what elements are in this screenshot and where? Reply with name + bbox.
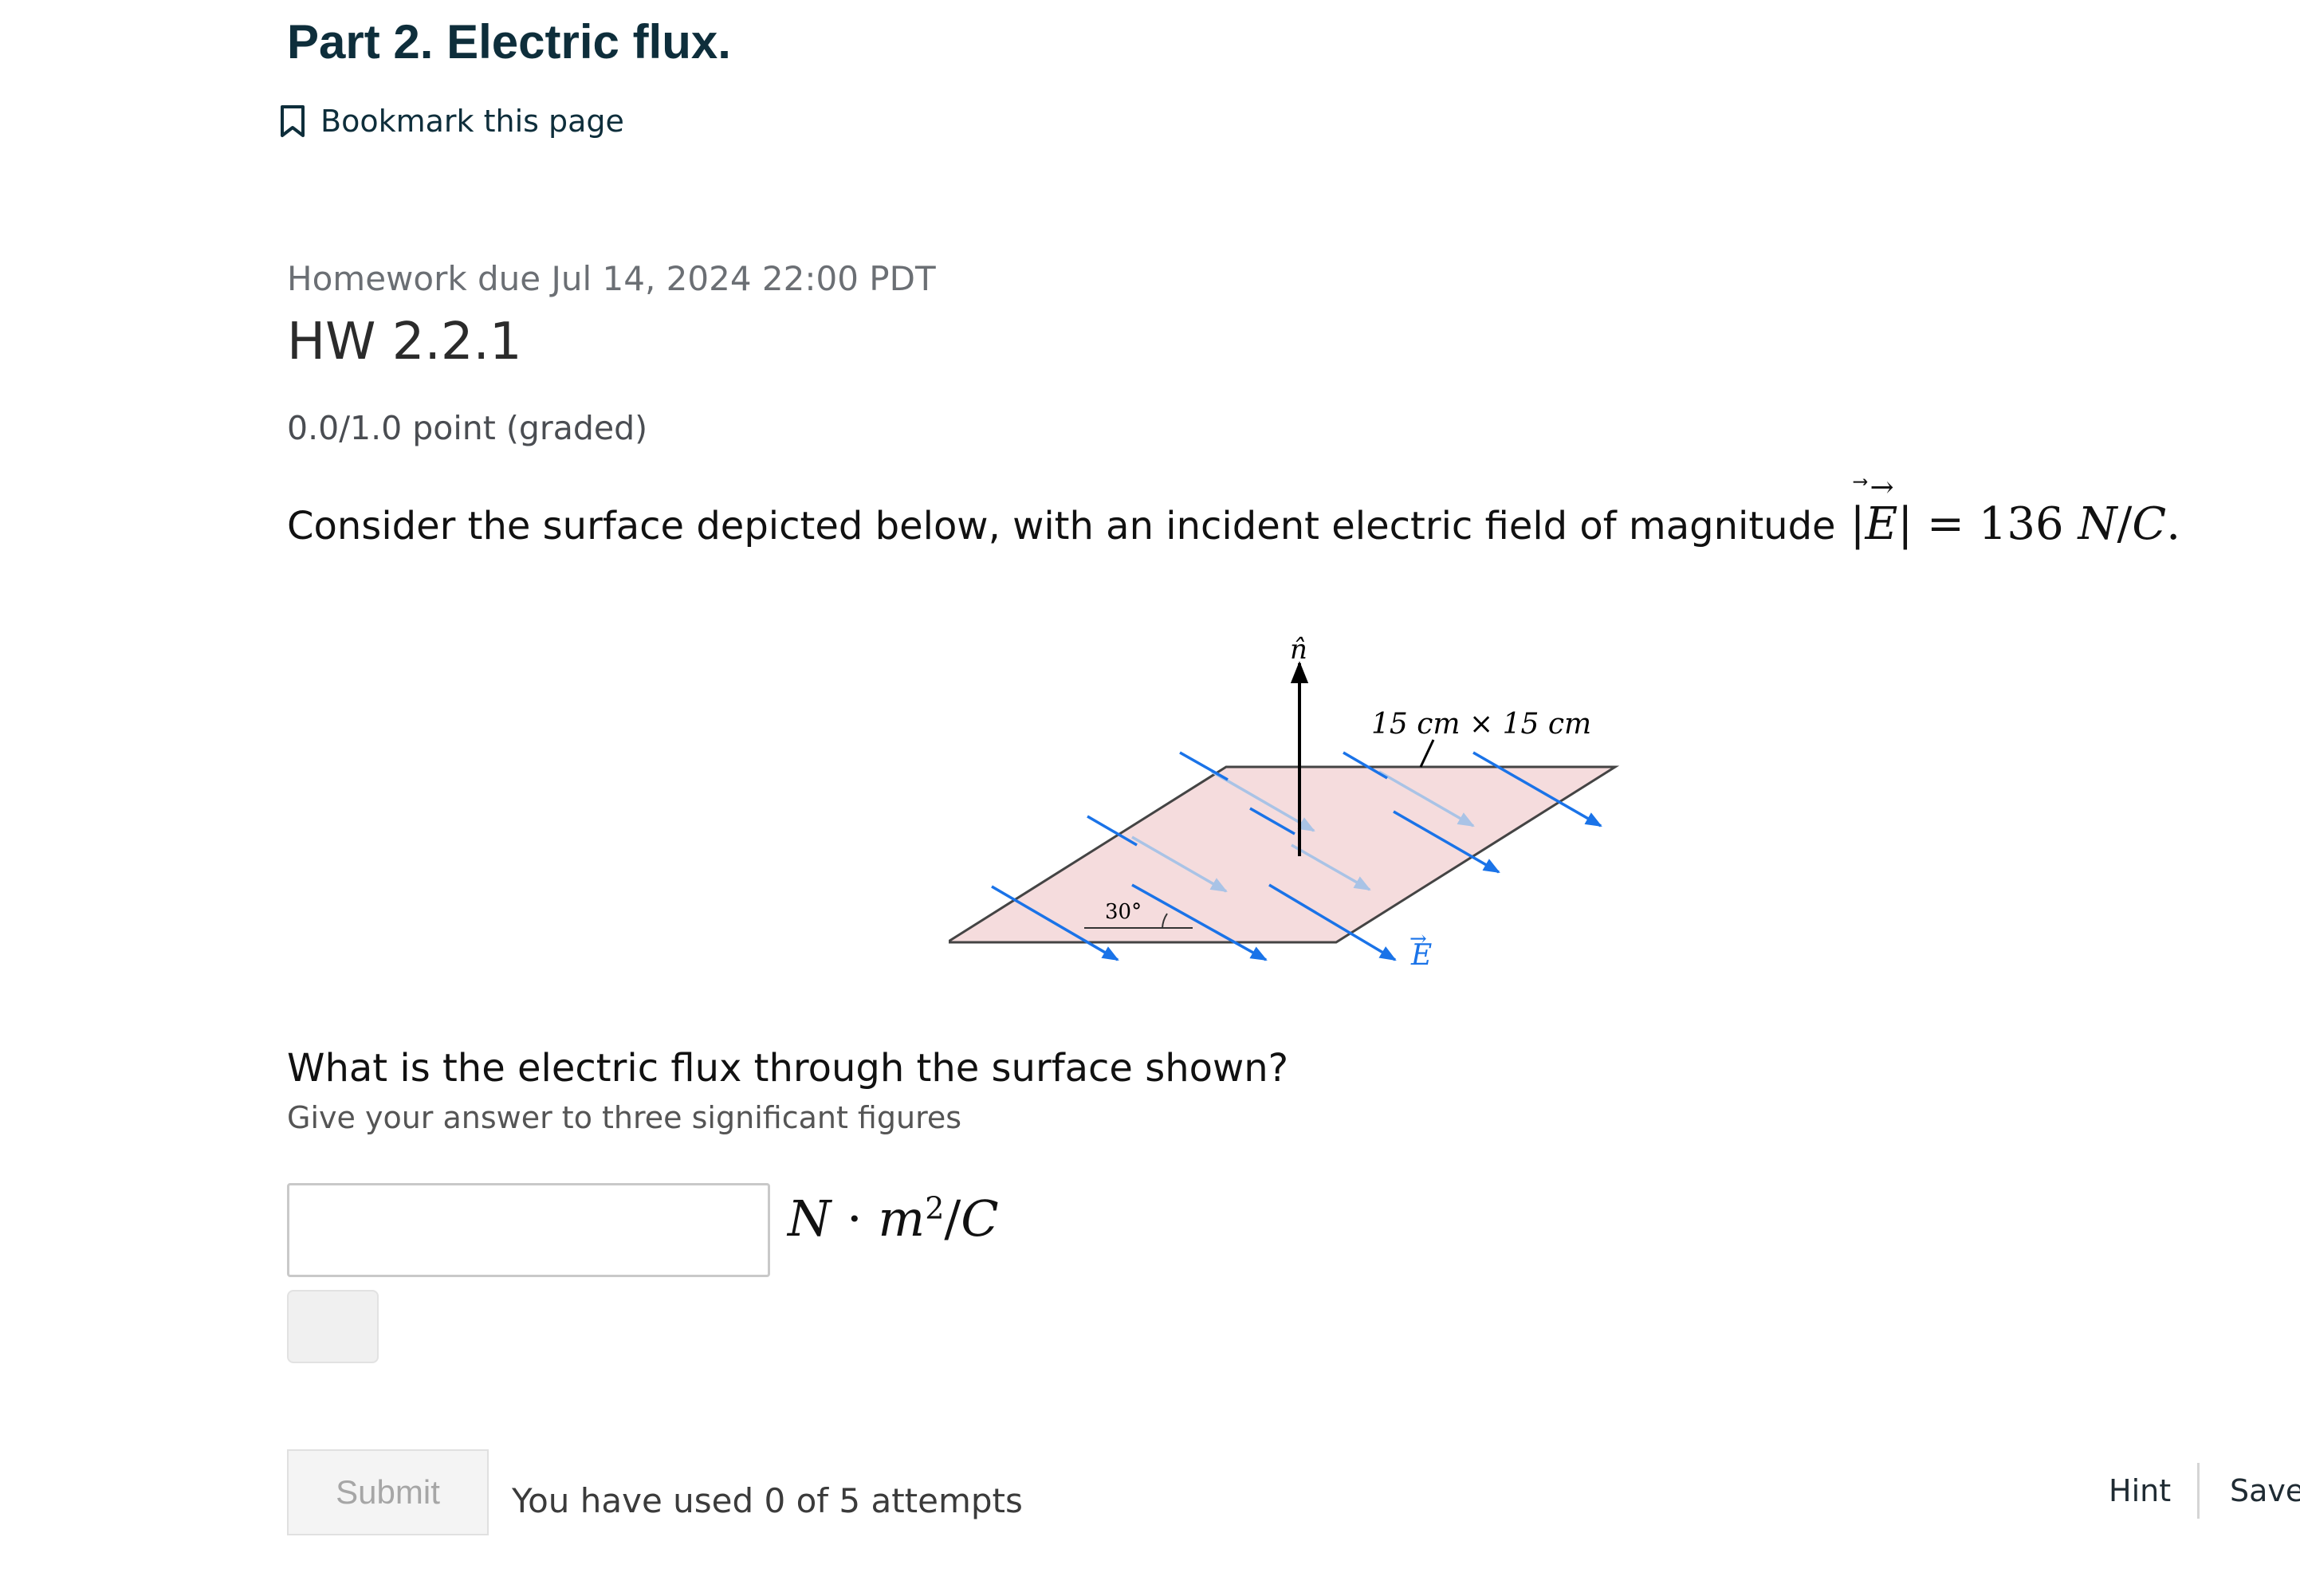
statement-text: Consider the surface depicted below, wit… xyxy=(287,504,1836,548)
answer-input[interactable] xyxy=(287,1183,770,1277)
grade-status: 0.0/1.0 point (graded) xyxy=(287,409,648,447)
angle-label: 30° xyxy=(1105,900,1142,924)
answer-units: N · m2/C xyxy=(788,1189,999,1248)
field-magnitude-math: |⃗→E| = 136 N/C. xyxy=(1850,471,2180,550)
bookmark-button[interactable]: Bookmark this page xyxy=(279,104,624,139)
hint-button[interactable]: Hint xyxy=(2109,1473,2171,1508)
flux-diagram: n̂ 15 cm × 15 cm 30° → E xyxy=(949,634,1620,972)
bookmark-label: Bookmark this page xyxy=(320,104,624,139)
problem-statement: Consider the surface depicted below, wit… xyxy=(287,471,2180,550)
due-date: Homework due Jul 14, 2024 22:00 PDT xyxy=(287,259,936,298)
action-divider xyxy=(2197,1463,2200,1519)
problem-title: HW 2.2.1 xyxy=(287,313,522,371)
instruction-text: Give your answer to three significant fi… xyxy=(287,1100,962,1135)
attempts-counter: You have used 0 of 5 attempts xyxy=(512,1481,1023,1520)
bookmark-icon xyxy=(281,105,305,137)
unit-title: Part 2. Electric flux. xyxy=(287,15,731,69)
surface-plane xyxy=(949,765,1620,944)
normal-label: n̂ xyxy=(1290,634,1307,666)
size-label-leader xyxy=(1419,739,1435,768)
save-button[interactable]: Save xyxy=(2230,1473,2300,1508)
size-label: 15 cm × 15 cm xyxy=(1371,708,1591,741)
question-text: What is the electric flux through the su… xyxy=(287,1046,1289,1091)
answer-status-indicator xyxy=(287,1290,379,1363)
submit-button[interactable]: Submit xyxy=(287,1449,489,1535)
field-label: E xyxy=(1410,939,1432,972)
